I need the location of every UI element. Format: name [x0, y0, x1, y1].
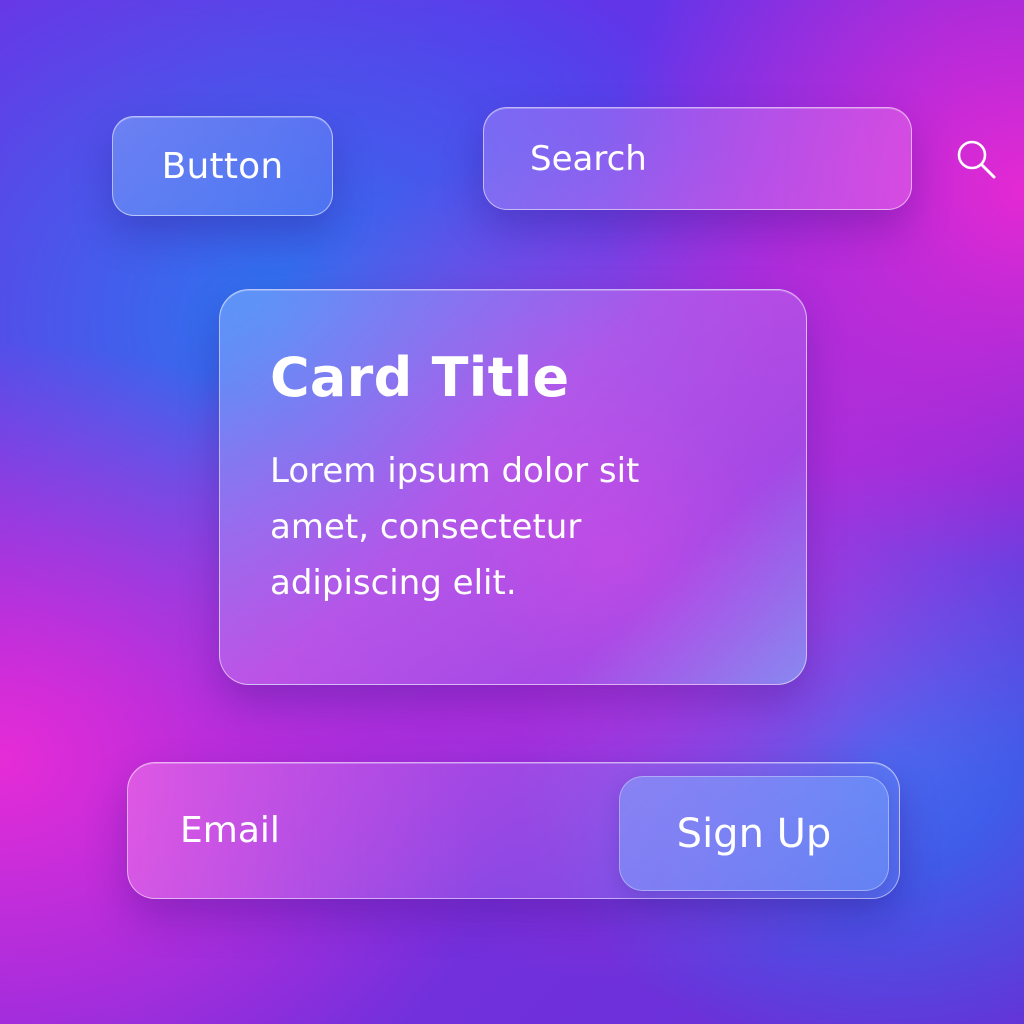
primary-button-label: Button — [161, 145, 284, 187]
email-signup-form: Sign Up — [127, 762, 900, 899]
card-title: Card Title — [270, 346, 570, 409]
info-card: Card Title Lorem ipsum dolor sit amet, c… — [219, 289, 807, 685]
email-field[interactable] — [180, 763, 600, 898]
sign-up-button-label: Sign Up — [676, 810, 832, 857]
search-icon[interactable] — [954, 136, 998, 182]
sign-up-button[interactable]: Sign Up — [619, 776, 889, 891]
card-body-text: Lorem ipsum dolor sit amet, consectetur … — [270, 451, 640, 604]
search-input[interactable] — [530, 138, 954, 179]
search-bar[interactable] — [483, 107, 996, 210]
primary-button[interactable]: Button — [112, 116, 333, 216]
